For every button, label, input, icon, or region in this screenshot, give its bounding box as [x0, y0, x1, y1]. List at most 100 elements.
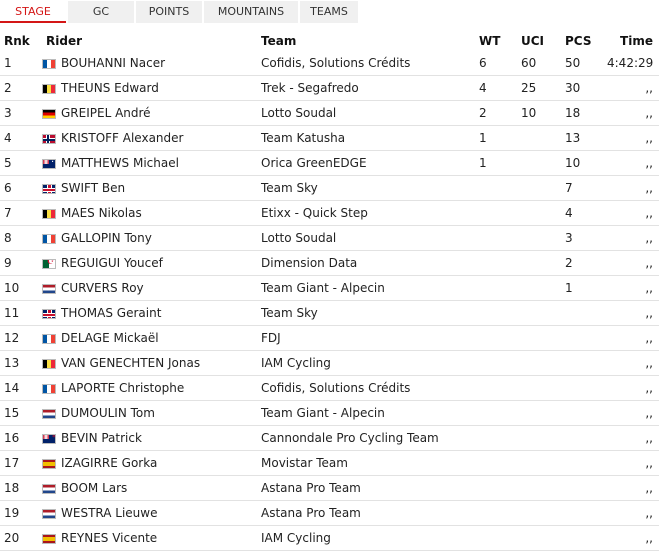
team-link[interactable]: Cofidis, Solutions Crédits: [257, 51, 475, 76]
rider-name[interactable]: REGUIGUI Youcef: [61, 256, 163, 270]
team-link[interactable]: IAM Cycling: [257, 525, 475, 551]
results-tabs: STAGE GC POINTS MOUNTAINS TEAMS: [0, 1, 360, 23]
rider-link[interactable]: BEVIN Patrick: [42, 425, 257, 451]
rank-cell: 16: [0, 425, 42, 451]
team-link[interactable]: IAM Cycling: [257, 350, 475, 376]
rider-link[interactable]: BOUHANNI Nacer: [42, 51, 257, 76]
rider-name[interactable]: REYNES Vicente: [61, 531, 157, 545]
time-cell: ,,: [603, 100, 659, 126]
rider-name[interactable]: SWIFT Ben: [61, 181, 125, 195]
rider-link[interactable]: GREIPEL André: [42, 100, 257, 126]
rider-link[interactable]: GALLOPIN Tony: [42, 225, 257, 251]
team-link[interactable]: Etixx - Quick Step: [257, 200, 475, 226]
team-link[interactable]: Lotto Soudal: [257, 225, 475, 251]
rider-link[interactable]: MAES Nikolas: [42, 200, 257, 226]
rider-link[interactable]: THEUNS Edward: [42, 75, 257, 101]
rider-link[interactable]: VAN GENECHTEN Jonas: [42, 350, 257, 376]
team-link[interactable]: Movistar Team: [257, 450, 475, 476]
rider-link[interactable]: KRISTOFF Alexander: [42, 125, 257, 151]
rider-link[interactable]: BOOM Lars: [42, 475, 257, 501]
rank-cell: 9: [0, 250, 42, 276]
team-link[interactable]: Cannondale Pro Cycling Team: [257, 425, 475, 451]
team-link[interactable]: Astana Pro Team: [257, 500, 475, 526]
rider-name[interactable]: GREIPEL André: [61, 106, 151, 120]
country-flag-icon: [42, 108, 56, 119]
rider-link[interactable]: REGUIGUI Youcef: [42, 250, 257, 276]
country-flag-icon: [42, 508, 56, 519]
country-flag-icon: [42, 183, 56, 194]
tab-teams[interactable]: TEAMS: [300, 1, 358, 23]
team-link[interactable]: Orica GreenEDGE: [257, 150, 475, 176]
table-row: 17 IZAGIRRE Gorka Movistar Team,,: [0, 450, 659, 476]
header-team[interactable]: Team: [257, 31, 475, 51]
wt-points-cell: 6: [475, 51, 517, 76]
time-cell: ,,: [603, 125, 659, 151]
country-flag-icon: [42, 208, 56, 219]
team-link[interactable]: Cofidis, Solutions Crédits: [257, 375, 475, 401]
time-cell: 4:42:29: [603, 51, 659, 76]
rider-name[interactable]: DELAGE Mickaël: [61, 331, 159, 345]
team-link[interactable]: Team Giant - Alpecin: [257, 400, 475, 426]
rider-link[interactable]: WESTRA Lieuwe: [42, 500, 257, 526]
rider-link[interactable]: CURVERS Roy: [42, 275, 257, 301]
header-uci[interactable]: UCI: [517, 31, 561, 51]
team-link[interactable]: Team Katusha: [257, 125, 475, 151]
header-wt[interactable]: WT: [475, 31, 517, 51]
rider-name[interactable]: WESTRA Lieuwe: [61, 506, 157, 520]
tab-gc[interactable]: GC: [68, 1, 134, 23]
rider-name[interactable]: CURVERS Roy: [61, 281, 144, 295]
rider-link[interactable]: REYNES Vicente: [42, 525, 257, 551]
rider-link[interactable]: THOMAS Geraint: [42, 300, 257, 326]
country-flag-icon: [42, 283, 56, 294]
rider-link[interactable]: DELAGE Mickaël: [42, 325, 257, 351]
team-link[interactable]: Dimension Data: [257, 250, 475, 276]
rider-name[interactable]: LAPORTE Christophe: [61, 381, 184, 395]
time-cell: ,,: [603, 375, 659, 401]
team-link[interactable]: Team Sky: [257, 175, 475, 201]
uci-points-cell: [517, 275, 561, 301]
country-flag-icon: [42, 433, 56, 444]
rider-name[interactable]: KRISTOFF Alexander: [61, 131, 183, 145]
team-link[interactable]: Team Giant - Alpecin: [257, 275, 475, 301]
rider-name[interactable]: GALLOPIN Tony: [61, 231, 152, 245]
rank-cell: 4: [0, 125, 42, 151]
table-row: 10 CURVERS Roy Team Giant - Alpecin 1,,: [0, 275, 659, 301]
rider-link[interactable]: LAPORTE Christophe: [42, 375, 257, 401]
pcs-points-cell: [561, 400, 603, 426]
rider-name[interactable]: IZAGIRRE Gorka: [61, 456, 157, 470]
tab-points[interactable]: POINTS: [136, 1, 202, 23]
header-rider[interactable]: Rider: [42, 31, 257, 51]
table-row: 19 WESTRA Lieuwe Astana Pro Team,,: [0, 500, 659, 526]
rider-name[interactable]: BEVIN Patrick: [61, 431, 142, 445]
rider-name[interactable]: BOOM Lars: [61, 481, 127, 495]
tab-mountains[interactable]: MOUNTAINS: [204, 1, 298, 23]
team-link[interactable]: Team Sky: [257, 300, 475, 326]
uci-points-cell: 60: [517, 51, 561, 76]
rider-name[interactable]: DUMOULIN Tom: [61, 406, 155, 420]
rider-link[interactable]: MATTHEWS Michael: [42, 150, 257, 176]
team-link[interactable]: Trek - Segafredo: [257, 75, 475, 101]
rider-link[interactable]: DUMOULIN Tom: [42, 400, 257, 426]
team-link[interactable]: FDJ: [257, 325, 475, 351]
header-pcs[interactable]: PCS: [561, 31, 603, 51]
wt-points-cell: [475, 400, 517, 426]
rider-name[interactable]: VAN GENECHTEN Jonas: [61, 356, 200, 370]
rider-link[interactable]: SWIFT Ben: [42, 175, 257, 201]
rider-name[interactable]: MAES Nikolas: [61, 206, 142, 220]
rider-name[interactable]: THEUNS Edward: [61, 81, 159, 95]
rank-cell: 8: [0, 225, 42, 251]
time-cell: ,,: [603, 225, 659, 251]
rider-name[interactable]: THOMAS Geraint: [61, 306, 161, 320]
rider-name[interactable]: MATTHEWS Michael: [61, 156, 179, 170]
header-time[interactable]: Time: [603, 31, 659, 51]
tab-stage[interactable]: STAGE: [0, 1, 66, 23]
team-link[interactable]: Lotto Soudal: [257, 100, 475, 126]
table-row: 8 GALLOPIN Tony Lotto Soudal 3,,: [0, 225, 659, 251]
rider-link[interactable]: IZAGIRRE Gorka: [42, 450, 257, 476]
header-rnk[interactable]: Rnk: [0, 31, 42, 51]
pcs-points-cell: [561, 500, 603, 526]
rider-name[interactable]: BOUHANNI Nacer: [61, 56, 165, 70]
rank-cell: 14: [0, 375, 42, 401]
team-link[interactable]: Astana Pro Team: [257, 475, 475, 501]
uci-points-cell: [517, 500, 561, 526]
